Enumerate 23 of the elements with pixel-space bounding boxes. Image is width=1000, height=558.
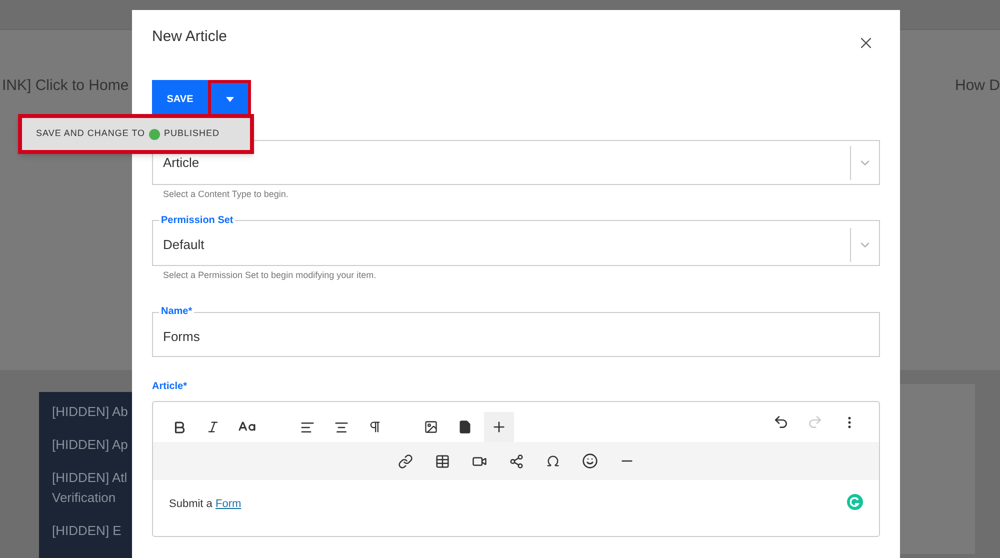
grammar-checker-icon[interactable] [847,494,863,510]
field-label: Name* [160,305,194,319]
dialog-title: New Article [152,27,228,47]
select-field[interactable]: Permission Set Default [152,214,880,266]
field-value: Article [163,154,200,172]
insert-more-icon[interactable] [484,412,514,442]
sidebar-item[interactable]: [HIDDEN] Atl Verification [52,468,128,508]
field-label: Permission Set [160,214,234,228]
menu-item[interactable]: SAVE AND CHANGE TO PUBLISHED [36,127,220,141]
editor-text: Submit a Form [169,497,242,512]
sidebar-item[interactable]: [HIDDEN] Ap [52,435,128,455]
page-link[interactable]: INK] Click to Home [2,75,129,98]
caret-icon [226,96,234,102]
text-link[interactable]: Form [215,498,242,510]
field-value: Forms [163,328,201,346]
field-value: Default [163,236,206,254]
field-help-text: Select a Permission Set to begin modifying your item. [163,268,378,282]
field-label: Article* [152,380,188,394]
input-field[interactable]: Name* Forms [152,305,880,357]
page-link[interactable]: How D [954,75,1000,98]
sidebar-item[interactable]: [HIDDEN] Ab [52,402,128,422]
sidebar-item[interactable]: [HIDDEN] E [52,521,122,541]
field-help-text: Select a Content Type to begin. [163,188,290,201]
